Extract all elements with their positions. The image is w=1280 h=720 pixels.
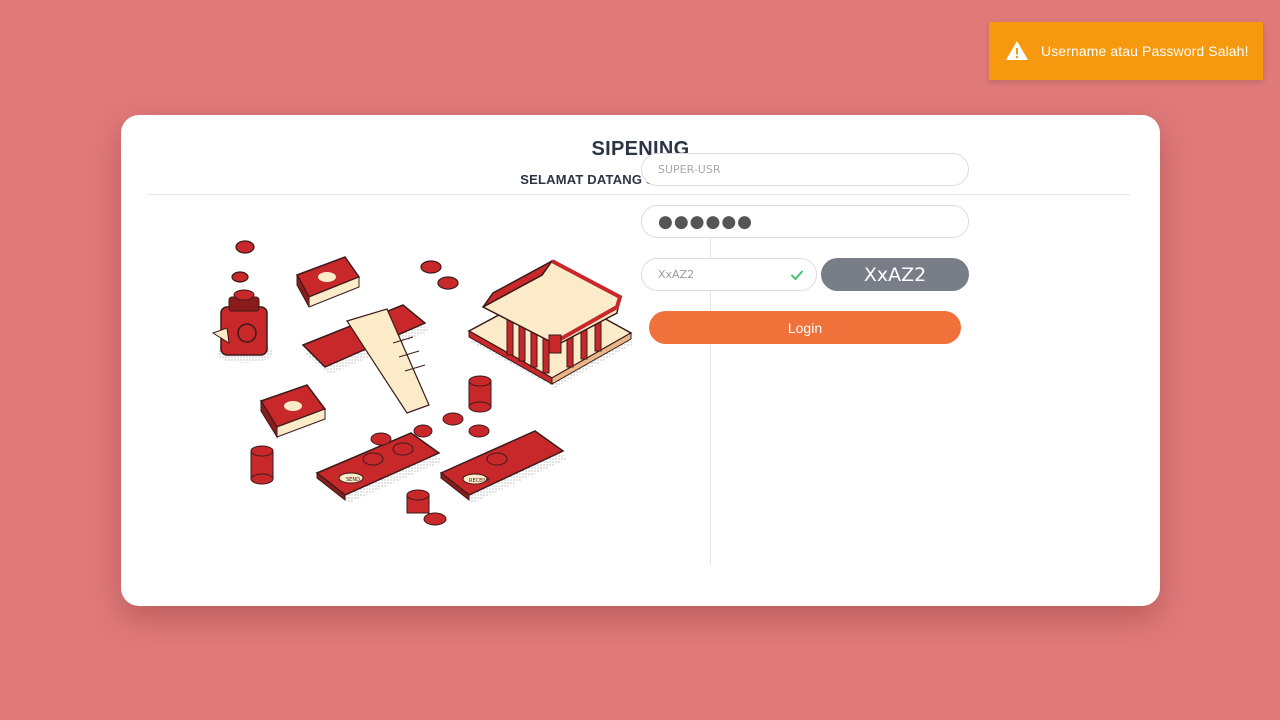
bank-building-icon (467, 259, 635, 388)
coin-jar-icon (211, 289, 273, 363)
phone-receipt-icon (301, 304, 430, 414)
welcome-subtitle: SELAMAT DATANG SILAHKAN LOGIN (520, 172, 761, 187)
username-input[interactable] (641, 153, 969, 186)
receive-phone-icon: RECEIVE (439, 412, 567, 503)
app-title: SIPENING (591, 138, 690, 160)
toast-message: Username atau Password Salah! (1041, 43, 1249, 59)
warning-icon (1006, 41, 1028, 60)
captcha-code: XxAZ2 (821, 258, 969, 291)
cash-stack-icon (259, 384, 327, 439)
receive-label: RECEIVE (469, 478, 490, 484)
check-icon (791, 270, 803, 281)
error-toast: Username atau Password Salah! (989, 22, 1263, 80)
send-label: SEND (346, 477, 360, 483)
password-input[interactable]: ●●●●●● (641, 205, 969, 238)
header-divider (147, 194, 1130, 195)
finance-illustration: SEND RECEIVE (211, 240, 635, 526)
login-card: SIPENING SELAMAT DATANG SILAHKAN LOGIN S… (121, 115, 1160, 606)
login-button[interactable]: Login (649, 311, 961, 344)
cash-stack-icon (295, 256, 361, 308)
